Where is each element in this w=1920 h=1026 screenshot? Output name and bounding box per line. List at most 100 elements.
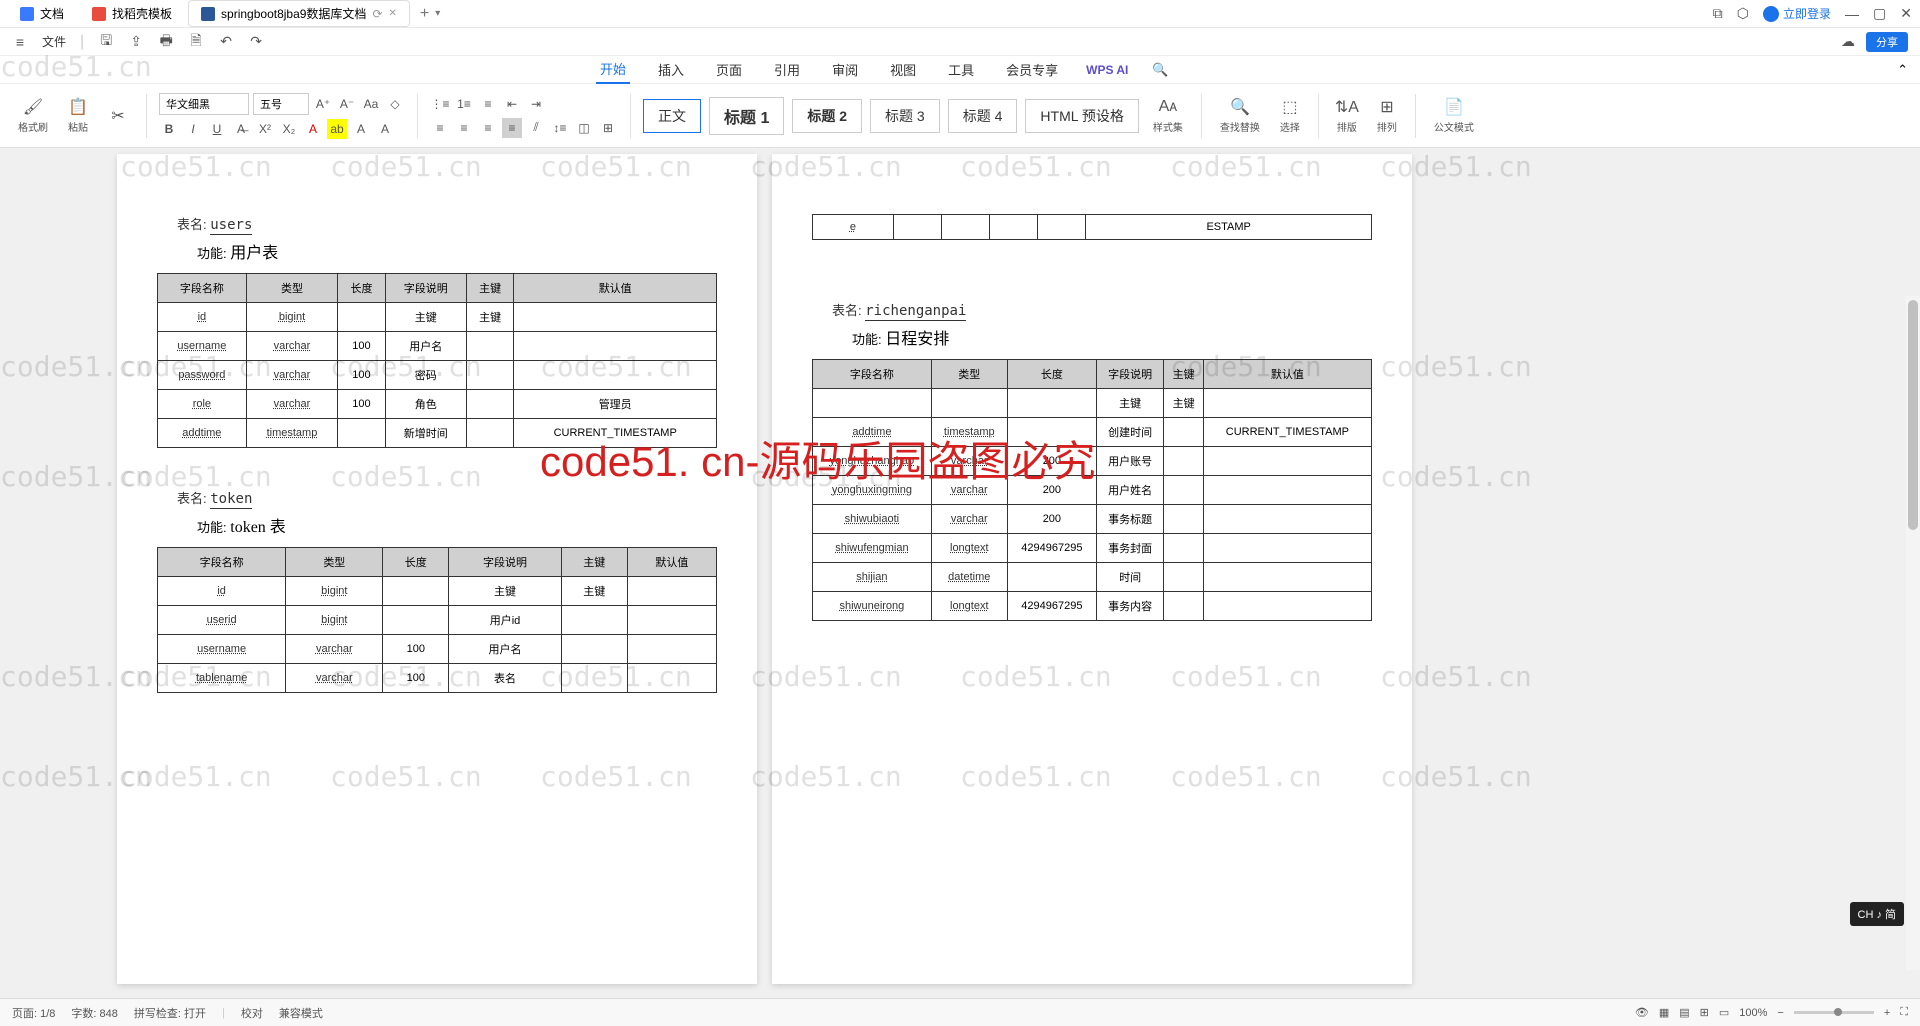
office-mode-button[interactable]: 📄公文模式 bbox=[1428, 97, 1480, 134]
style-h2[interactable]: 标题 2 bbox=[792, 99, 862, 133]
sort-button[interactable]: ⇅A排版 bbox=[1331, 97, 1363, 134]
strike-button[interactable]: A̶ bbox=[231, 119, 251, 139]
shading-button[interactable]: A bbox=[375, 119, 395, 139]
increase-indent-icon[interactable]: ⇥ bbox=[526, 94, 546, 114]
zoom-value[interactable]: 100% bbox=[1739, 1007, 1767, 1019]
menu-review[interactable]: 审阅 bbox=[828, 56, 862, 83]
file-menu[interactable]: 文件 bbox=[42, 33, 66, 50]
tab-docs[interactable]: 文档 bbox=[8, 1, 76, 26]
font-color-button[interactable]: A bbox=[303, 119, 323, 139]
align-left-icon[interactable]: ≡ bbox=[430, 118, 450, 138]
tab-menu-button[interactable]: ▾ bbox=[435, 8, 440, 19]
style-body[interactable]: 正文 bbox=[643, 99, 701, 133]
multilevel-list-icon[interactable]: ≡ bbox=[478, 94, 498, 114]
align-center-icon[interactable]: ≡ bbox=[454, 118, 474, 138]
menu-page[interactable]: 页面 bbox=[712, 56, 746, 83]
close-icon[interactable]: ✕ bbox=[389, 8, 397, 19]
login-link[interactable]: 立即登录 bbox=[1763, 5, 1831, 22]
increase-font-icon[interactable]: A⁺ bbox=[313, 94, 333, 114]
share-button[interactable]: 分享 bbox=[1866, 32, 1908, 52]
decrease-indent-icon[interactable]: ⇤ bbox=[502, 94, 522, 114]
styleset-button[interactable]: Aᴀ样式集 bbox=[1147, 97, 1189, 134]
size-select[interactable] bbox=[253, 93, 309, 115]
view-web-icon[interactable]: ▤ bbox=[1679, 1006, 1689, 1019]
menu-member[interactable]: 会员专享 bbox=[1002, 56, 1062, 83]
underline-button[interactable]: U bbox=[207, 119, 227, 139]
align-justify-icon[interactable]: ≡ bbox=[502, 118, 522, 138]
refresh-icon[interactable]: ⟳ bbox=[372, 7, 382, 21]
zoom-out-button[interactable]: − bbox=[1777, 1007, 1783, 1019]
view-read-icon[interactable]: 👁 bbox=[1635, 1006, 1649, 1019]
fullscreen-icon[interactable]: ⛶ bbox=[1900, 1006, 1908, 1019]
restore-icon[interactable]: ⧉ bbox=[1713, 5, 1723, 22]
tab-label: springboot8jba9数据库文档 bbox=[221, 5, 366, 22]
status-proof[interactable]: 校对 bbox=[241, 1005, 263, 1021]
collapse-icon[interactable]: ⌃ bbox=[1897, 62, 1908, 78]
style-h4[interactable]: 标题 4 bbox=[948, 99, 1018, 133]
select-button[interactable]: ⬚选择 bbox=[1274, 97, 1306, 134]
new-tab-button[interactable]: + bbox=[420, 5, 429, 23]
doc-icon bbox=[20, 7, 34, 21]
status-spell[interactable]: 拼写检查: 打开 bbox=[134, 1005, 206, 1021]
redo-icon[interactable]: ↷ bbox=[248, 34, 264, 50]
cut-button[interactable]: ✂ bbox=[102, 106, 134, 126]
ribbon: 🖌格式刷 📋粘贴 ✂ A⁺ A⁻ Aa ◇ B I U A̶ X² X₂ A a… bbox=[0, 84, 1920, 148]
status-compat[interactable]: 兼容模式 bbox=[279, 1005, 323, 1021]
scrollbar-vertical[interactable] bbox=[1906, 296, 1920, 970]
zoom-in-button[interactable]: + bbox=[1884, 1007, 1890, 1019]
document-canvas[interactable]: code51. cn-源码乐园盗图必究 表名: users 功能: 用户表 字段… bbox=[0, 148, 1920, 998]
style-h1[interactable]: 标题 1 bbox=[709, 97, 784, 135]
text-effect-button[interactable]: A bbox=[351, 119, 371, 139]
change-case-icon[interactable]: Aa bbox=[361, 94, 381, 114]
style-h3[interactable]: 标题 3 bbox=[870, 99, 940, 133]
highlight-button[interactable]: ab bbox=[327, 119, 347, 139]
menu-insert[interactable]: 插入 bbox=[654, 56, 688, 83]
find-replace-button[interactable]: 🔍查找替换 bbox=[1214, 97, 1266, 134]
wps-ai-button[interactable]: WPS AI bbox=[1086, 63, 1128, 77]
menu-ref[interactable]: 引用 bbox=[770, 56, 804, 83]
cloud-icon[interactable]: ☁ bbox=[1840, 34, 1856, 50]
cube-icon[interactable]: ⬡ bbox=[1737, 5, 1749, 22]
menu-view[interactable]: 视图 bbox=[886, 56, 920, 83]
status-words[interactable]: 字数: 848 bbox=[71, 1005, 117, 1021]
subscript-button[interactable]: X₂ bbox=[279, 119, 299, 139]
status-page[interactable]: 页面: 1/8 bbox=[12, 1005, 55, 1021]
tab-current-doc[interactable]: springboot8jba9数据库文档 ⟳ ✕ bbox=[188, 0, 410, 27]
maximize-button[interactable]: ▢ bbox=[1873, 5, 1886, 22]
number-list-icon[interactable]: 1≡ bbox=[454, 94, 474, 114]
style-html[interactable]: HTML 预设格 bbox=[1025, 99, 1138, 133]
paste-button[interactable]: 📋粘贴 bbox=[62, 97, 94, 134]
zoom-slider[interactable] bbox=[1794, 1011, 1874, 1014]
undo-icon[interactable]: ↶ bbox=[218, 34, 234, 50]
superscript-button[interactable]: X² bbox=[255, 119, 275, 139]
menu-start[interactable]: 开始 bbox=[596, 55, 630, 84]
menu-icon[interactable]: ≡ bbox=[12, 34, 28, 50]
bullet-list-icon[interactable]: ⋮≡ bbox=[430, 94, 450, 114]
decrease-font-icon[interactable]: A⁻ bbox=[337, 94, 357, 114]
arrange-button[interactable]: ⊞排列 bbox=[1371, 97, 1403, 134]
format-painter-button[interactable]: 🖌格式刷 bbox=[12, 97, 54, 134]
view-print-icon[interactable]: ▦ bbox=[1659, 1006, 1669, 1019]
share-quick-icon[interactable]: ⇪ bbox=[128, 34, 144, 50]
minimize-button[interactable]: — bbox=[1845, 6, 1859, 22]
view-outline-icon[interactable]: ⊞ bbox=[1700, 1006, 1709, 1019]
scrollbar-thumb[interactable] bbox=[1908, 300, 1918, 530]
save-icon[interactable]: 🖫 bbox=[98, 34, 114, 50]
menu-tools[interactable]: 工具 bbox=[944, 56, 978, 83]
distribute-icon[interactable]: ⫽ bbox=[526, 118, 546, 138]
italic-button[interactable]: I bbox=[183, 119, 203, 139]
fill-color-icon[interactable]: ◫ bbox=[574, 118, 594, 138]
language-indicator[interactable]: CH ♪ 简 bbox=[1850, 902, 1905, 926]
tab-template[interactable]: 找稻壳模板 bbox=[80, 1, 184, 26]
view-focus-icon[interactable]: ▭ bbox=[1719, 1006, 1729, 1019]
search-icon[interactable]: 🔍 bbox=[1152, 62, 1168, 78]
print-icon[interactable]: 🖶 bbox=[158, 34, 174, 50]
line-spacing-icon[interactable]: ↕≡ bbox=[550, 118, 570, 138]
border-icon[interactable]: ⊞ bbox=[598, 118, 618, 138]
preview-icon[interactable]: 🗎 bbox=[188, 34, 204, 50]
bold-button[interactable]: B bbox=[159, 119, 179, 139]
align-right-icon[interactable]: ≡ bbox=[478, 118, 498, 138]
font-select[interactable] bbox=[159, 93, 249, 115]
clear-format-icon[interactable]: ◇ bbox=[385, 94, 405, 114]
close-button[interactable]: ✕ bbox=[1900, 5, 1912, 22]
